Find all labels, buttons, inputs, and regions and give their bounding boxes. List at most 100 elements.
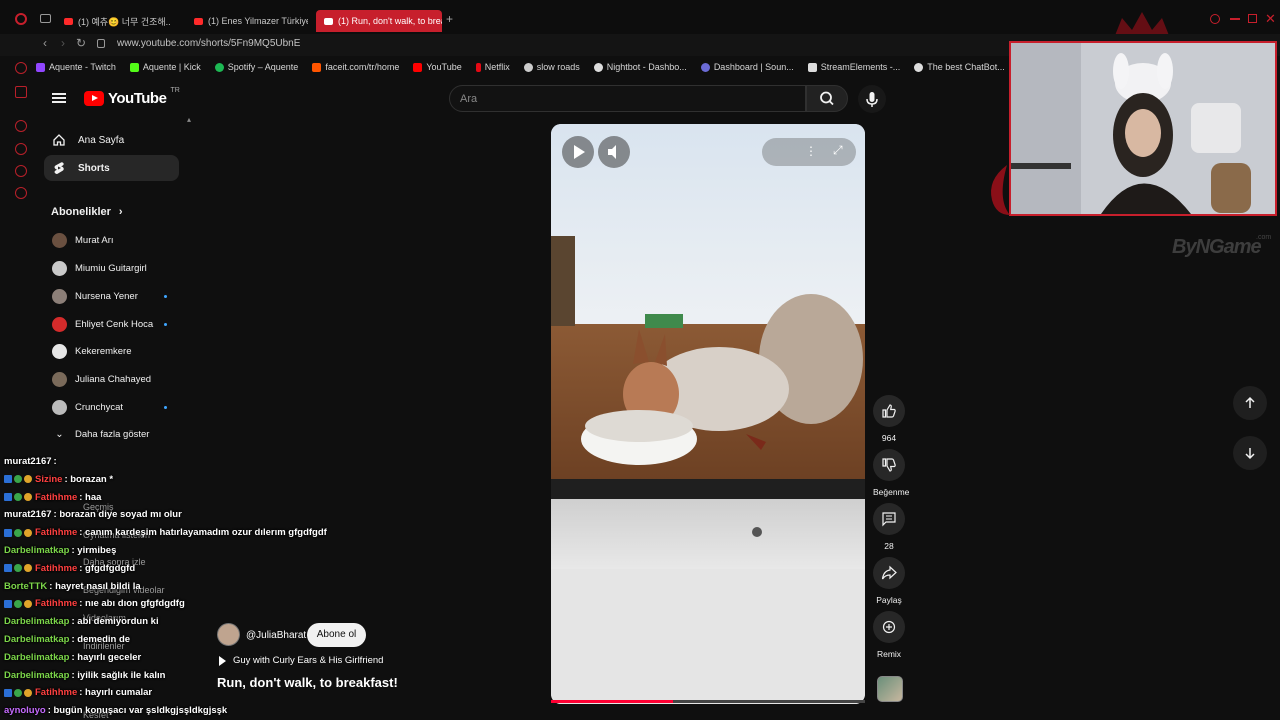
sidebar-subscription[interactable]: Kekeremkere — [52, 341, 132, 361]
chat-message: murat2167: borazan diye soyad mı olur — [4, 509, 182, 520]
avatar — [52, 343, 67, 359]
bookmark[interactable]: Aquente - Twitch — [36, 62, 116, 72]
bookmark-favicon-icon — [700, 62, 710, 72]
tab-overview-icon[interactable] — [40, 14, 51, 23]
history-icon[interactable] — [15, 143, 27, 155]
tab-label: (1) Run, don't walk, to brea — [338, 16, 442, 26]
short-title[interactable]: Run, don't walk, to breakfast! — [217, 675, 398, 690]
hamburger-menu-icon[interactable] — [52, 91, 66, 105]
youtube-logo[interactable]: YouTube TR — [84, 87, 180, 107]
search-tabs-icon[interactable] — [1210, 14, 1220, 24]
extensions-icon[interactable] — [15, 165, 27, 177]
chat-text: : borazan * — [64, 473, 114, 485]
squirrel-video-frame — [551, 124, 865, 704]
subscription-name: Nursena Yener — [75, 290, 138, 302]
browser-tab[interactable]: (1) 예츄😊 너무 건조해.. — [56, 10, 178, 32]
bookmark-favicon-icon — [312, 62, 322, 72]
chat-text: : gfgdfgdgfd — [79, 562, 136, 574]
wallet-icon[interactable] — [15, 86, 27, 98]
subscription-name: Crunchycat — [75, 401, 124, 413]
sidebar-subscription[interactable]: Juliana Chahayed — [52, 369, 151, 389]
back-icon[interactable]: ‹ — [38, 36, 52, 50]
comments-button[interactable]: 28 — [873, 503, 905, 551]
shorts-video-player[interactable] — [551, 124, 865, 704]
fullscreen-icon[interactable]: ⤢ — [833, 143, 843, 158]
channel-avatar[interactable] — [217, 623, 240, 646]
flame-decoration-icon — [991, 165, 1010, 215]
show-more-button[interactable]: ⌄ Daha fazla göster — [52, 424, 149, 444]
bookmark[interactable]: Nightbot - Dashbo... — [593, 62, 687, 72]
scroll-up-icon[interactable]: ▴ — [187, 115, 191, 124]
browser-tab[interactable]: (1) Enes Yilmazer Türkiye — [186, 10, 308, 32]
forward-icon[interactable]: › — [56, 36, 70, 50]
voice-search-button[interactable] — [858, 85, 886, 113]
sidebar-subscription[interactable]: Ehliyet Cenk Hoca — [52, 314, 153, 334]
bookmark[interactable]: slow roads — [523, 62, 580, 72]
volume-button[interactable] — [598, 136, 630, 168]
bookmark[interactable]: Dashboard | Soun... — [700, 62, 794, 72]
music-play-icon — [219, 655, 226, 666]
settings-icon[interactable] — [15, 187, 27, 199]
youtube-favicon-icon — [64, 17, 73, 25]
close-icon[interactable]: ✕ — [1265, 11, 1276, 27]
sidebar-item-shorts[interactable]: Shorts — [44, 155, 179, 181]
browser-tab-active[interactable]: (1) Run, don't walk, to brea — [316, 10, 442, 32]
maximize-icon[interactable] — [1248, 14, 1257, 23]
chat-badges-icon — [4, 599, 32, 608]
bookmark-favicon-icon — [807, 62, 817, 72]
like-button[interactable]: 964 — [873, 395, 905, 443]
remix-sound-thumbnail[interactable] — [877, 676, 903, 702]
chat-username: Darbelimatkap — [4, 669, 70, 681]
reload-icon[interactable]: ↻ — [74, 36, 88, 50]
chevron-down-icon: ⌄ — [55, 428, 64, 440]
bookmark[interactable]: Aquente | Kick — [129, 62, 201, 72]
video-progress-bar[interactable] — [551, 700, 865, 703]
chat-message: Fatihhme: nıe abı dıon gfgfdgdfg — [4, 598, 185, 609]
sidebar-app-icon[interactable] — [15, 120, 27, 132]
subscribe-button[interactable]: Abone ol — [307, 623, 366, 647]
bookmarks-bar: Aquente - Twitch Aquente | Kick Spotify … — [36, 58, 1005, 76]
bookmark[interactable]: faceit.com/tr/home — [312, 62, 399, 72]
chat-username: aynoluyo — [4, 705, 46, 717]
sidebar-subscription[interactable]: Miumiu Guitargirl — [52, 258, 147, 278]
refresh-icon[interactable] — [15, 62, 27, 74]
url-field[interactable]: www.youtube.com/shorts/5Fn9MQ5UbnE — [117, 38, 300, 49]
thumbs-up-icon — [882, 404, 896, 418]
sidebar-subscription[interactable]: Murat Arı — [52, 230, 114, 250]
next-short-button[interactable] — [1233, 436, 1267, 470]
chat-badges-icon — [4, 493, 32, 502]
previous-short-button[interactable] — [1233, 386, 1267, 420]
share-button[interactable]: Paylaş — [873, 557, 905, 605]
chat-username: murat2167 — [4, 509, 52, 521]
search-input[interactable]: Ara — [449, 85, 806, 112]
chat-text: : hayırlı geceler — [71, 651, 142, 663]
minimize-icon[interactable] — [1230, 18, 1240, 20]
bookmark[interactable]: YouTube — [413, 62, 462, 72]
subscriptions-heading[interactable]: Abonelikler › — [51, 206, 123, 218]
more-options-icon[interactable]: ⋮ — [805, 144, 817, 158]
sidebar-subscription[interactable]: Nursena Yener — [52, 286, 138, 306]
dislike-button[interactable]: Beğenme — [873, 449, 909, 497]
webcam-feed-image — [1011, 43, 1275, 214]
remix-button[interactable]: Remix — [873, 611, 905, 659]
song-link[interactable]: Guy with Curly Ears & His Girlfriend — [219, 655, 383, 666]
sidebar-item-label: Ana Sayfa — [78, 134, 125, 146]
bookmark[interactable]: StreamElements -... — [807, 62, 900, 72]
new-content-dot — [164, 406, 167, 409]
youtube-play-logo-icon — [84, 91, 104, 106]
chat-text: : abi demiyordun ki — [71, 616, 159, 628]
bookmark[interactable]: Spotify – Aquente — [214, 62, 298, 72]
chat-username: Sizine — [35, 473, 63, 485]
play-button[interactable] — [562, 136, 594, 168]
channel-name[interactable]: @JuliaBharat — [246, 630, 306, 641]
chat-badges-icon — [4, 688, 32, 697]
bookmark[interactable]: Netflix — [475, 62, 510, 72]
new-tab-icon[interactable]: + — [446, 12, 453, 26]
bookmark[interactable]: The best ChatBot... — [914, 62, 1005, 72]
chat-badges-icon — [4, 475, 32, 484]
avatar — [52, 399, 67, 415]
sidebar-item-home[interactable]: Ana Sayfa — [44, 127, 179, 153]
bookmark-label: The best ChatBot... — [927, 62, 1005, 72]
search-button[interactable] — [806, 85, 848, 112]
sidebar-subscription[interactable]: Crunchycat — [52, 397, 123, 417]
